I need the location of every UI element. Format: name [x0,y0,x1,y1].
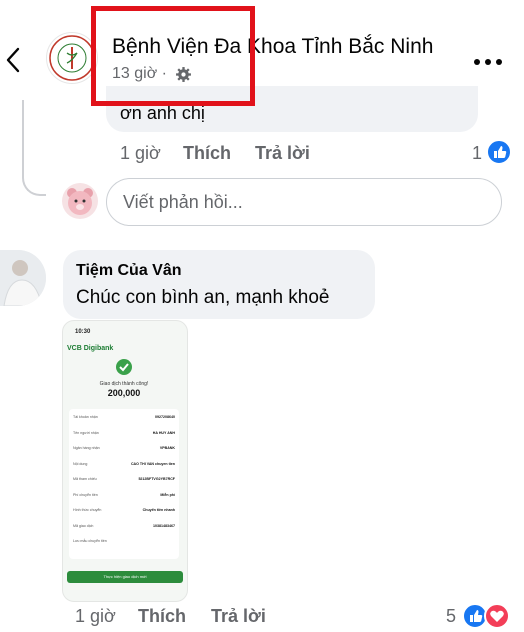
commenter-avatar[interactable] [0,250,46,306]
reply-input[interactable] [106,178,502,226]
phone-status-time: 10:30 [75,329,91,335]
comment-reply-button[interactable]: Trả lời [211,606,266,627]
receipt-row-label: Ngân hàng nhận [73,446,100,450]
receipt-row-label: Mã tham chiếu [73,477,97,481]
like-reaction-icon [486,139,512,165]
commenter-photo-icon [0,250,46,306]
bank-logo-text: VCB Digibank [67,345,114,352]
receipt-row-value: Miễn phí [160,492,175,497]
receipt-row-value: 10381483467 [153,523,175,528]
comment-time: 1 giờ [75,606,116,626]
receipt-row-label: Lưu mẫu chuyển tiền [73,539,107,543]
receipt-row-value: HA HUY ANH [152,430,175,435]
success-check-icon [116,359,132,375]
receipt-row-label: Mã giao dịch [73,523,94,528]
receipt-row: Nội dung CAO THI VAN chuyen tien [73,462,175,466]
bear-avatar-icon [67,188,93,215]
receipt-row: Tài khoản nhận 0927208640 [73,415,175,419]
receipt-row: Phí chuyển tiền Miễn phí [73,493,175,497]
thread-connector-line [22,100,46,196]
receipt-row-label: Tài khoản nhận [73,415,98,419]
comment-text: Chúc con bình an, mạnh khoẻ [76,287,330,308]
receipt-row-value: 0927208640 [155,415,175,419]
back-arrow-icon[interactable] [4,44,24,76]
receipt-row: Mã giao dịch 10381483467 [73,524,175,528]
highlight-annotation-box [91,6,255,106]
receipt-row-label: Phí chuyển tiền [73,492,98,497]
receipt-row-label: Hình thức chuyển [73,508,102,512]
more-options-icon[interactable] [473,58,503,66]
previous-reply-reply-button[interactable]: Trả lời [255,143,310,164]
receipt-row: Tên người nhận HA HUY ANH [73,431,175,435]
receipt-row-label: Nội dung [73,461,88,466]
previous-reply-time: 1 giờ [120,143,161,163]
receipt-row-value: VPBANK [159,446,175,450]
receipt-row: Mã tham chiếu 5212BFTVG2YB7RCF [73,477,175,481]
comment-author[interactable]: Tiệm Của Vân [76,262,182,280]
previous-reply-text: ơn anh chị [120,103,205,123]
receipt-row: Hình thức chuyển Chuyển tiền nhanh [73,508,175,512]
receipt-row-label: Tên người nhận [73,430,99,435]
receipt-row: Ngân hàng nhận VPBANK [73,446,175,450]
receipt-row: Lưu mẫu chuyển tiền [73,539,175,543]
love-reaction-icon [484,603,510,629]
transfer-amount: 200,000 [107,388,141,398]
receipt-row-value: 5212BFTVG2YB7RCF [138,477,175,481]
hospital-logo-icon [49,35,95,81]
previous-reply-like-button[interactable]: Thích [183,143,231,164]
success-text: Giao dịch thành công! [99,381,149,387]
receipt-row-value: Chuyển tiền nhanh [142,508,175,512]
user-avatar[interactable] [62,183,98,219]
receipt-row-value: CAO THI VAN chuyen tien [130,461,175,466]
new-transaction-button: Thực hiện giao dịch mới [67,571,183,583]
comment-reaction-count[interactable]: 5 [446,606,456,627]
transfer-receipt-image[interactable]: 10:30 VCB Digibank Giao dịch thành công!… [62,320,188,602]
comment-like-button[interactable]: Thích [138,606,186,627]
previous-reply-reaction-count[interactable]: 1 [472,143,482,164]
